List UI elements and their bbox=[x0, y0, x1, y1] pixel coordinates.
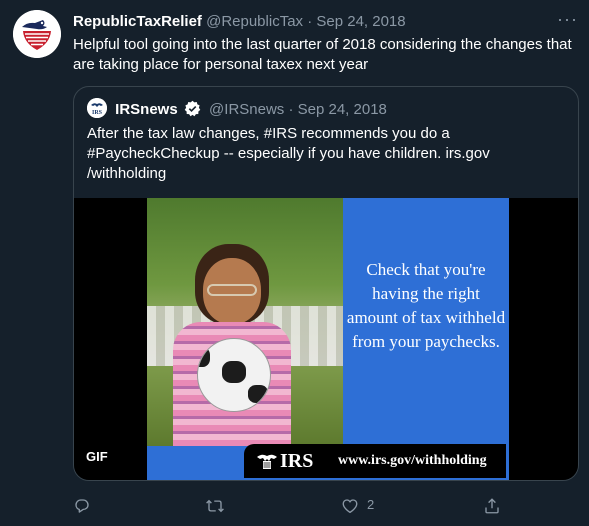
reply-icon bbox=[75, 498, 89, 513]
tweet-date[interactable]: Sep 24, 2018 bbox=[316, 13, 405, 30]
author-avatar[interactable] bbox=[13, 10, 61, 58]
republic-tax-logo-icon bbox=[13, 10, 61, 58]
quoted-tweet-text: After the tax law changes, #IRS recommen… bbox=[87, 125, 490, 182]
like-button[interactable]: 2 bbox=[341, 494, 374, 516]
quoted-author-handle[interactable]: @IRSnews bbox=[209, 101, 284, 118]
quoted-author-name[interactable]: IRSnews bbox=[115, 101, 178, 118]
verified-badge-icon bbox=[184, 100, 201, 124]
irs-logo-text: IRS bbox=[280, 450, 314, 472]
like-icon bbox=[342, 498, 358, 513]
irs-banner: IRS www.irs.gov/withholding bbox=[244, 444, 506, 478]
author-handle[interactable]: @RepublicTax bbox=[206, 13, 303, 30]
like-count: 2 bbox=[367, 497, 375, 512]
gif-frame: Check that you're having the right amoun… bbox=[147, 198, 509, 480]
gif-message: Check that you're having the right amoun… bbox=[346, 260, 506, 351]
share-icon bbox=[485, 497, 499, 513]
soccer-ball-icon bbox=[197, 338, 271, 412]
retweet-button[interactable] bbox=[205, 494, 225, 516]
author-name[interactable]: RepublicTaxRelief bbox=[73, 13, 202, 30]
child-photo bbox=[147, 198, 343, 446]
quoted-tweet-date[interactable]: Sep 24, 2018 bbox=[298, 101, 387, 118]
quoted-author-avatar: IRS bbox=[87, 98, 107, 118]
retweet-icon bbox=[206, 499, 224, 512]
reply-button[interactable] bbox=[73, 494, 91, 516]
tweet-actions: 2 bbox=[73, 494, 503, 516]
gif-badge: GIF bbox=[86, 449, 108, 464]
tweet-text: Helpful tool going into the last quarter… bbox=[73, 36, 572, 73]
quoted-tweet-gif[interactable]: Check that you're having the right amoun… bbox=[74, 198, 578, 480]
tweet-header: RepublicTaxRelief @RepublicTax · Sep 24,… bbox=[73, 12, 573, 32]
svg-text:IRS: IRS bbox=[92, 110, 103, 116]
quoted-tweet-header: IRS IRSnews @IRSnews · Sep 24, 2018 bbox=[87, 98, 387, 120]
irs-eagle-icon: IRS bbox=[87, 98, 107, 118]
quoted-tweet-card[interactable]: IRS IRSnews @IRSnews · Sep 24, 2018 Afte… bbox=[73, 86, 579, 481]
irs-url: www.irs.gov/withholding bbox=[338, 453, 487, 468]
separator-dot: · bbox=[307, 13, 313, 30]
separator-dot: · bbox=[288, 101, 294, 118]
share-button[interactable] bbox=[483, 494, 501, 516]
more-options-icon[interactable]: ··· bbox=[557, 10, 577, 32]
irs-logo: IRS bbox=[256, 450, 313, 472]
irs-eagle-logo-icon bbox=[257, 454, 277, 469]
